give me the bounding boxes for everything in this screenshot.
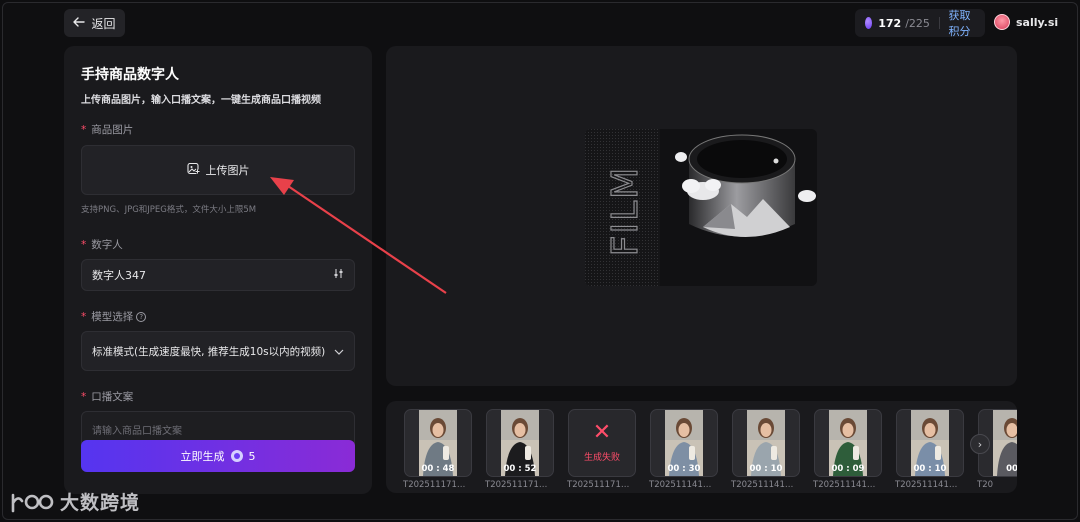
generate-label: 立即生成 bbox=[180, 450, 225, 463]
required-mark: * bbox=[81, 390, 87, 403]
credits-coin-icon bbox=[865, 17, 873, 29]
history-thumbnail[interactable]: 00 : 10 bbox=[732, 409, 800, 477]
thumbnail-name: T202511141… bbox=[649, 480, 712, 490]
upload-label: 上传图片 bbox=[205, 164, 250, 177]
thumbnail-duration: 00 : 10 bbox=[913, 464, 947, 474]
avatar-label: * 数字人 bbox=[81, 238, 123, 252]
thumbnail-name: T20 bbox=[977, 480, 994, 490]
model-select[interactable]: 标准模式(生成速度最快, 推荐生成10s以内的视频) bbox=[81, 331, 355, 371]
credits-badge: 172 /225 获取积分 bbox=[855, 7, 985, 39]
page-title: 手持商品数字人 bbox=[81, 67, 179, 83]
credits-total: /225 bbox=[905, 16, 930, 30]
back-label: 返回 bbox=[91, 16, 116, 31]
thumbnail-name: T202511171… bbox=[567, 480, 630, 490]
history-thumbnail[interactable]: ✕ 生成失败 bbox=[568, 409, 636, 477]
generate-cost: 5 bbox=[248, 449, 256, 463]
thumbnail-duration: 00 : 30 bbox=[667, 464, 701, 474]
avatar-value: 数字人347 bbox=[92, 269, 146, 282]
thumbnail-name: T202511171… bbox=[485, 480, 548, 490]
thumbnail-name: T202511171… bbox=[403, 480, 466, 490]
credits-coin-icon bbox=[230, 450, 243, 462]
credits-divider bbox=[938, 17, 940, 29]
back-button[interactable]: 返回 bbox=[64, 9, 125, 37]
product-image-label: * 商品图片 bbox=[81, 123, 134, 137]
image-upload-icon bbox=[186, 162, 200, 178]
thumbnail-duration: 00 : 09 bbox=[831, 464, 865, 474]
model-label: * 模型选择 ? bbox=[81, 309, 355, 324]
credits-used: 172 bbox=[878, 16, 902, 30]
history-thumbnail[interactable]: 00 : 48 bbox=[404, 409, 472, 477]
video-preview: FILM bbox=[386, 46, 1017, 386]
required-mark: * bbox=[81, 123, 87, 136]
user-menu[interactable]: sally.si bbox=[994, 14, 1058, 30]
chevron-right-icon[interactable]: › bbox=[970, 434, 990, 454]
required-mark: * bbox=[81, 310, 87, 323]
help-icon[interactable]: ? bbox=[136, 311, 147, 322]
preview-image: FILM bbox=[585, 129, 817, 286]
required-mark: * bbox=[81, 238, 87, 251]
fail-label: 生成失败 bbox=[583, 453, 620, 463]
history-thumbnail[interactable]: 00 : 09 bbox=[814, 409, 882, 477]
username: sally.si bbox=[1016, 15, 1059, 29]
page-subtitle: 上传商品图片，输入口播文案，一键生成商品口播视频 bbox=[81, 95, 321, 106]
generate-button[interactable]: 立即生成 5 bbox=[81, 440, 355, 472]
thumbnail-name: T202511141… bbox=[731, 480, 794, 490]
brand-logo-icon bbox=[11, 493, 54, 512]
history-thumbnail[interactable]: 00 : 10 bbox=[896, 409, 964, 477]
thumbnail-duration: 00 : 52 bbox=[503, 464, 537, 474]
watermark-text: 大数跨境 bbox=[60, 492, 141, 514]
error-x-icon: ✕ bbox=[592, 420, 612, 445]
history-thumbnail[interactable]: 00 : 52 bbox=[486, 409, 554, 477]
thumbnail-duration: 00 bbox=[1006, 464, 1017, 474]
avatar-select[interactable]: 数字人347 bbox=[81, 259, 355, 291]
script-label: * 口播文案 bbox=[81, 390, 134, 404]
arrow-left-icon bbox=[73, 16, 86, 30]
get-credits-link[interactable]: 获取积分 bbox=[949, 7, 976, 39]
chevron-down-icon bbox=[334, 345, 344, 358]
model-value: 标准模式(生成速度最快, 推荐生成10s以内的视频) bbox=[92, 345, 326, 358]
thumbnail-name: T202511141… bbox=[895, 480, 958, 490]
history-strip: 00 : 48 T202511171… 00 : 52 T202511171… ✕ 生成失… bbox=[386, 401, 1017, 493]
upload-image-button[interactable]: 上传图片 bbox=[81, 145, 355, 195]
thumbnail-name: T202511141… bbox=[813, 480, 876, 490]
avatar bbox=[994, 14, 1010, 30]
thumbnail-duration: 00 : 10 bbox=[749, 464, 783, 474]
sliders-icon bbox=[333, 268, 344, 282]
film-text: FILM bbox=[605, 166, 646, 256]
upload-hint: 支持PNG、JPG和JPEG格式，文件大小上限5M bbox=[81, 205, 257, 215]
history-thumbnail[interactable]: 00 : 30 bbox=[650, 409, 718, 477]
thumbnail-duration: 00 : 48 bbox=[421, 464, 455, 474]
form-panel: 手持商品数字人 上传商品图片，输入口播文案，一键生成商品口播视频 * 商品图片 … bbox=[64, 46, 372, 494]
watermark-logo: 大数跨境 bbox=[10, 488, 140, 515]
